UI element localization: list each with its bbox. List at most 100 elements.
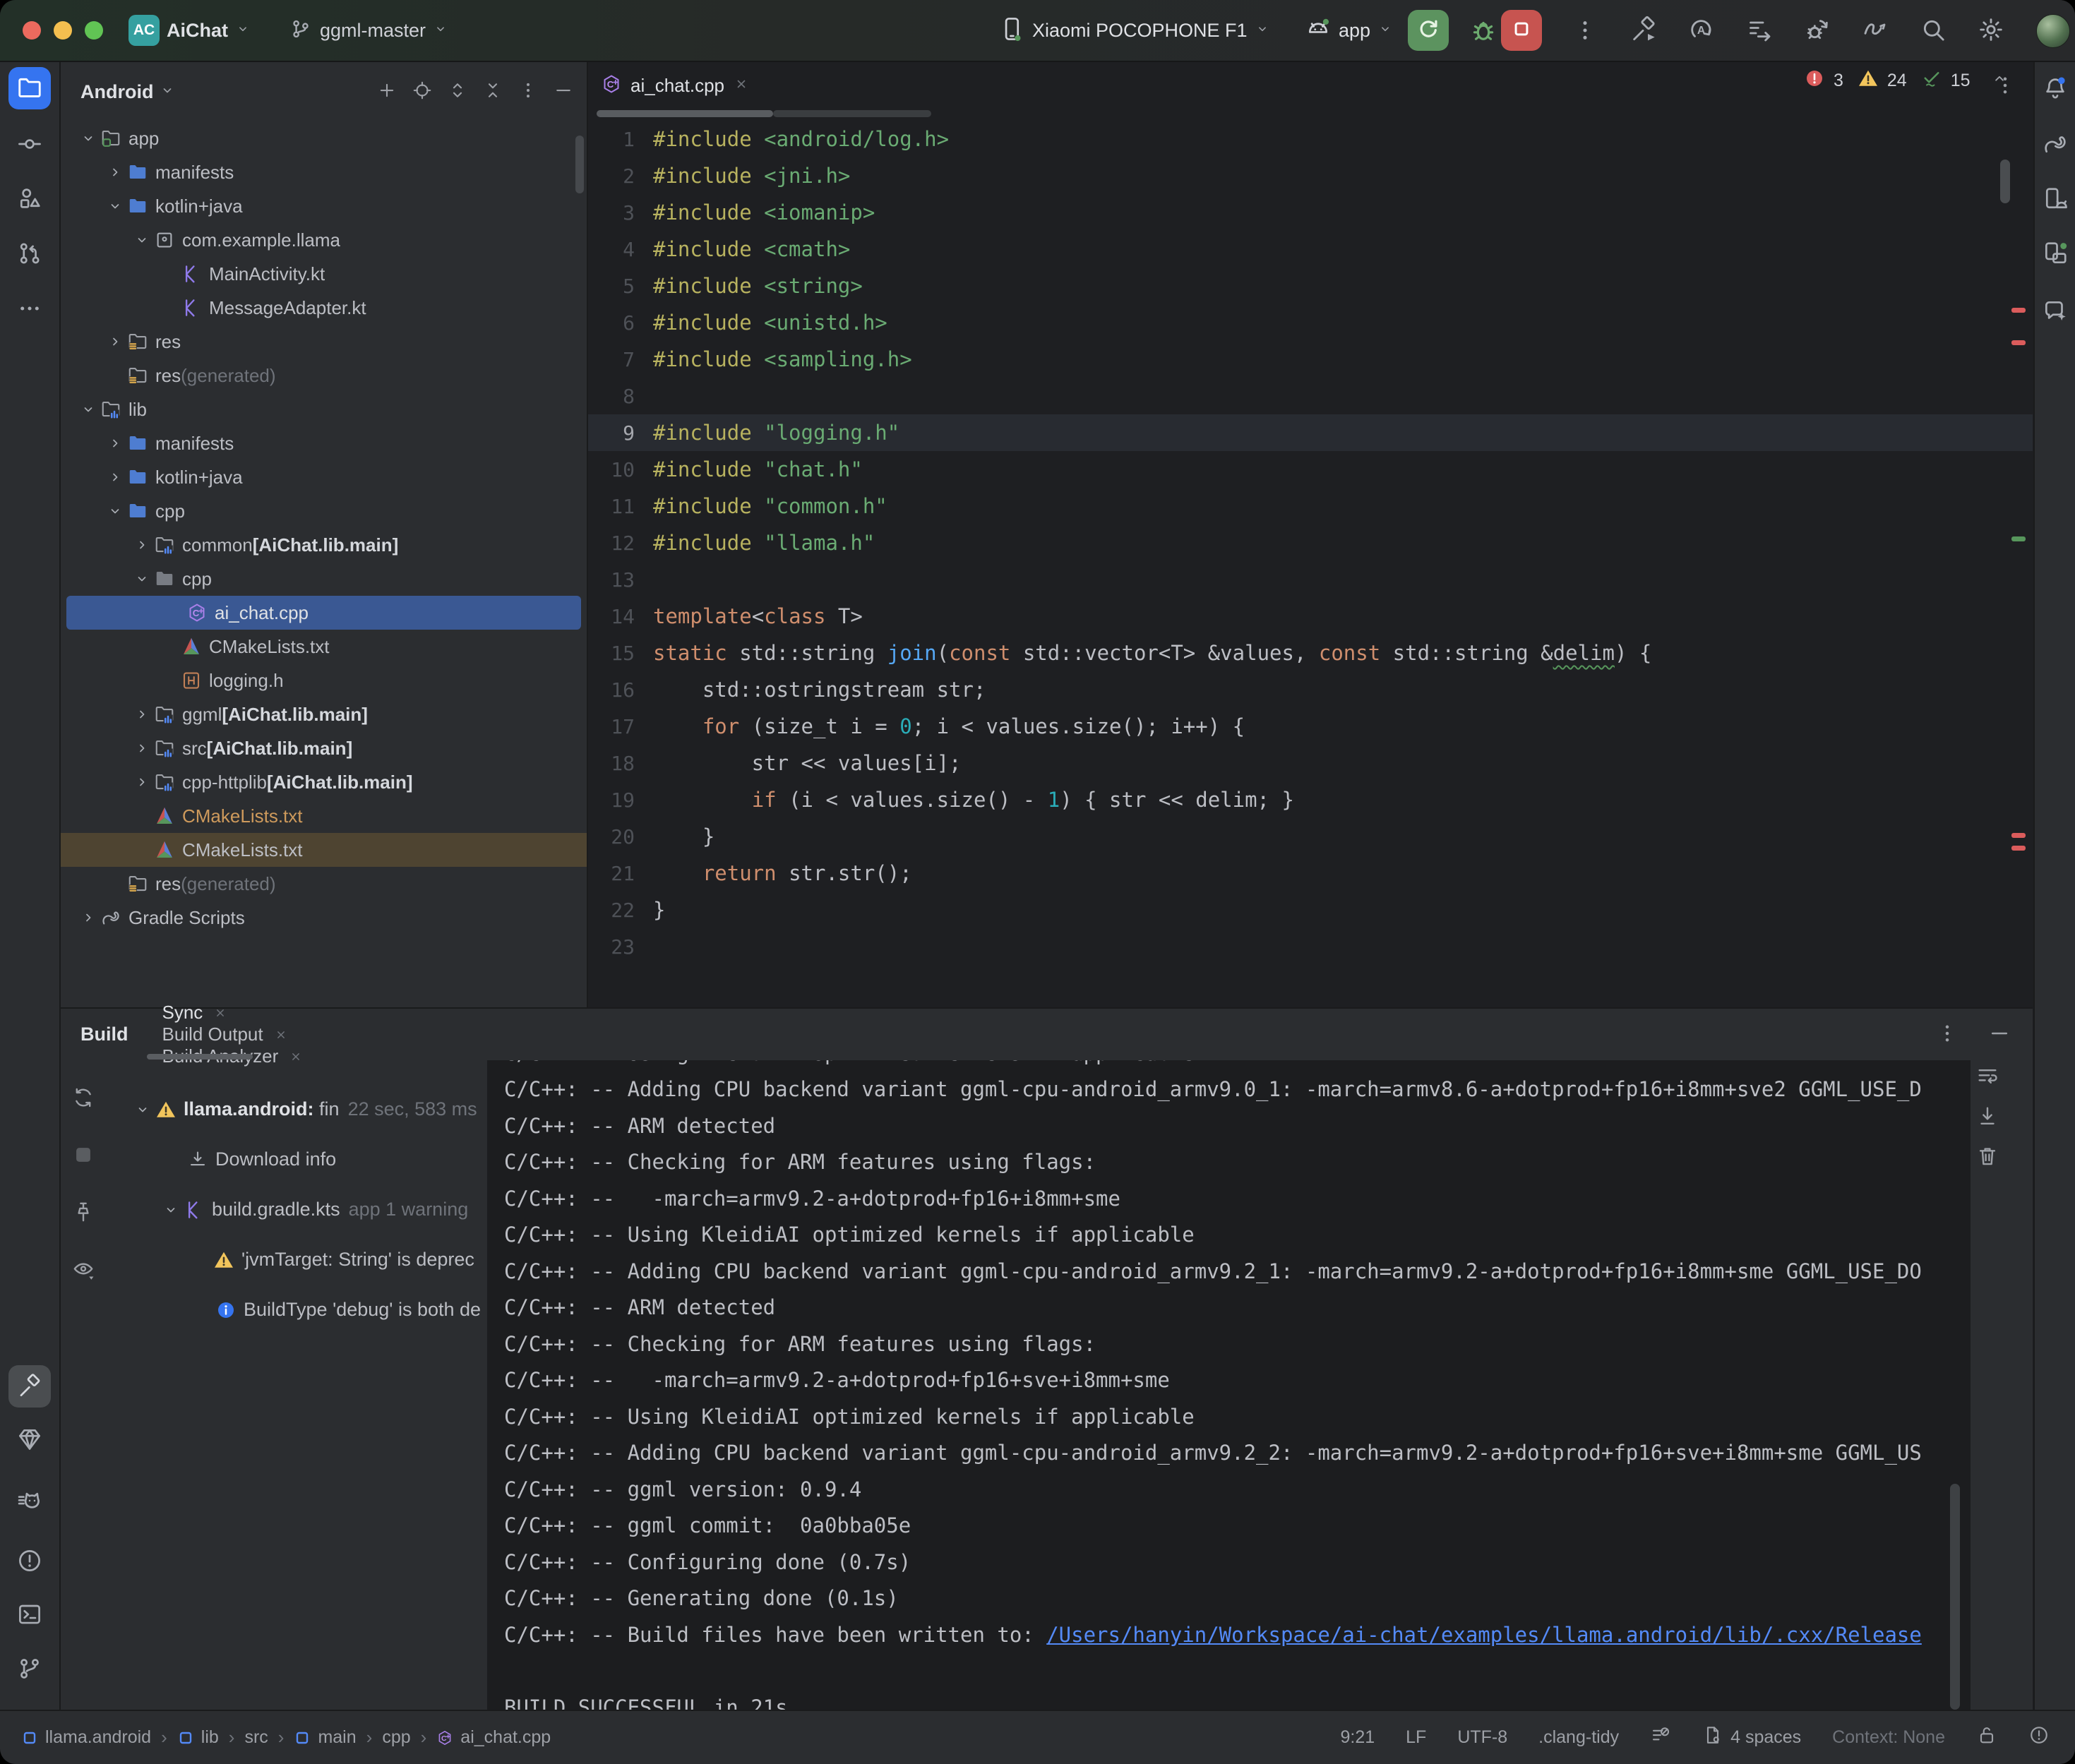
tree-item-cpp-httplib[interactable]: cpp-httplib [AiChat.lib.main] [61,765,587,799]
rerun-button[interactable] [1408,10,1449,51]
project-view-selector[interactable]: Android [80,81,153,103]
more-horizontal-tool-button[interactable] [16,295,43,325]
tree-item-com-example-llama[interactable]: com.example.llama [61,223,587,257]
stop-disabled-button[interactable] [71,1143,95,1170]
tree-item-ai-chat-cpp[interactable]: Cai_chat.cpp [66,596,581,630]
attach-debugger-button[interactable] [1803,16,1831,47]
app-quality-insights-tool-button[interactable] [16,1426,43,1456]
error-stripe-mark[interactable] [2011,308,2026,313]
chevron-down-icon[interactable] [235,21,251,37]
device-selector[interactable]: Xiaomi POCOPHONE F1 [998,16,1270,46]
collapse-all-button[interactable] [482,80,503,104]
chevron-down-icon[interactable] [107,198,124,215]
problems-tool-button[interactable] [16,1547,43,1578]
indent-widget[interactable]: 4 spaces [1702,1724,1801,1751]
zoom-window-button[interactable] [85,21,103,40]
version-control-tool-button[interactable] [16,1655,43,1686]
breadcrumb-src[interactable]: src [244,1727,268,1748]
tree-item-lib[interactable]: lib [61,392,587,426]
tree-item-manifests[interactable]: manifests [61,426,587,460]
build-output-link[interactable]: /Users/hanyin/Workspace/ai-chat/examples… [1046,1623,1922,1647]
chevron-down-icon[interactable] [1255,21,1270,37]
code-line-13[interactable]: 13 [588,561,2033,598]
tree-item-cmakelists-txt[interactable]: CMakeLists.txt [61,630,587,664]
code-line-9[interactable]: 9#include "logging.h" [588,414,2033,451]
tree-item-kotlin-java[interactable]: kotlin+java [61,189,587,223]
code-line-15[interactable]: 15static std::string join(const std::vec… [588,635,2033,671]
code-line-19[interactable]: 19 if (i < values.size() - 1) { str << d… [588,781,2033,818]
tree-item-res-generated[interactable]: res (generated) [61,867,587,901]
run-options-kebab[interactable] [1572,17,1598,47]
code-line-1[interactable]: 1#include <android/log.h> [588,121,2033,157]
chevron-right-icon[interactable] [107,333,124,350]
minimize-dash-icon[interactable] [1987,1021,2011,1045]
build-tree-item-build-gradle-kts[interactable]: build.gradle.ktsapp 1 warning [106,1184,487,1235]
chevron-down-icon[interactable] [107,503,124,520]
code-line-21[interactable]: 21 return str.str(); [588,855,2033,892]
code-line-23[interactable]: 23 [588,928,2033,965]
code-line-11[interactable]: 11#include "common.h" [588,488,2033,524]
tab-scroll-indicator[interactable] [597,110,773,117]
device-manager-tool-button[interactable] [2042,186,2069,216]
gradle-tool-button[interactable] [2042,131,2069,161]
filter-eye-button[interactable] [71,1257,95,1285]
code-line-10[interactable]: 10#include "chat.h" [588,451,2033,488]
resolve-context[interactable]: Context: None [1832,1727,1945,1748]
breadcrumb-main[interactable]: main [294,1727,356,1748]
running-devices-tool-button[interactable] [2042,240,2069,270]
chevron-right-icon[interactable] [107,435,124,452]
code-line-12[interactable]: 12#include "llama.h" [588,524,2033,561]
close-x-icon[interactable] [273,1027,289,1043]
notifications-tool-button[interactable] [2042,75,2069,105]
chevron-right-icon[interactable] [80,909,97,926]
code-line-16[interactable]: 16 std::ostringstream str; [588,671,2033,708]
chevron-down-icon[interactable] [133,232,150,248]
exclamation-circle-icon[interactable] [2028,1724,2050,1751]
code-line-4[interactable]: 4#include <cmath> [588,231,2033,268]
next-problem-button[interactable] [2030,69,2033,92]
code-line-18[interactable]: 18 str << values[i]; [588,745,2033,781]
build-tree-item-llama-android-fin[interactable]: llama.android: fin22 sec, 583 ms [106,1084,487,1134]
build-tab-build-output[interactable]: Build Output [162,1024,304,1045]
vcs-branch-widget[interactable]: ggml-master [289,17,448,44]
breadcrumb-ai-chat-cpp[interactable]: Cai_chat.cpp [436,1727,551,1748]
tree-item-res[interactable]: res [61,325,587,359]
editor-scrollbar[interactable] [2000,160,2010,203]
logcat-tool-button[interactable] [16,1487,43,1517]
tree-item-src[interactable]: src [AiChat.lib.main] [61,731,587,765]
chevron-down-icon[interactable] [133,570,150,587]
inspections-icon[interactable] [1650,1724,1671,1751]
chevron-right-icon[interactable] [107,469,124,486]
clang-tidy-widget[interactable]: .clang-tidy [1538,1727,1619,1748]
build-hammer-tool-button[interactable] [8,1365,51,1408]
resource-manager-tool-button[interactable] [16,185,43,215]
expand-all-button[interactable] [447,80,468,104]
code-line-20[interactable]: 20 } [588,818,2033,855]
error-stripe-mark[interactable] [2011,846,2026,851]
tree-item-app[interactable]: app [61,121,587,155]
pull-requests-tool-button[interactable] [16,240,43,270]
locate-target-button[interactable] [412,80,433,104]
chevron-down-icon[interactable] [162,1201,179,1218]
more-vertical-icon[interactable] [1935,1021,1959,1045]
chevron-right-icon[interactable] [133,536,150,553]
tab-ai-chat-cpp[interactable]: C ai_chat.cpp [588,62,767,109]
close-window-button[interactable] [23,21,41,40]
caret-position[interactable]: 9:21 [1340,1727,1375,1748]
vcs-stripe-mark[interactable] [2011,536,2026,541]
settings-button[interactable] [1977,16,2005,47]
tree-item-messageadapter-kt[interactable]: MessageAdapter.kt [61,291,587,325]
tree-item-res-generated[interactable]: res (generated) [61,359,587,392]
chevron-down-icon[interactable] [159,82,176,102]
console-scrollbar[interactable] [1950,1484,1960,1710]
soft-wrap-button[interactable] [1975,1064,1999,1091]
code-line-6[interactable]: 6#include <unistd.h> [588,304,2033,341]
breadcrumb-lib[interactable]: lib [177,1727,219,1748]
minimize-dash-button[interactable] [553,80,574,104]
code-line-8[interactable]: 8 [588,378,2033,414]
sync-refresh-button[interactable] [71,1086,95,1113]
tree-item-cmakelists-txt[interactable]: CMakeLists.txt [61,799,587,833]
code-line-2[interactable]: 2#include <jni.h> [588,157,2033,194]
chevron-down-icon[interactable] [1377,21,1393,37]
chevron-down-icon[interactable] [433,21,448,37]
